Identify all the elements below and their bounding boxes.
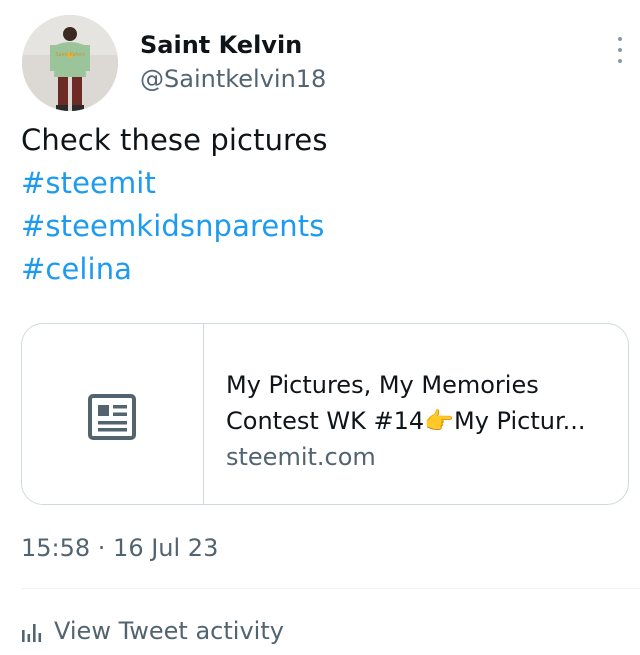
link-preview-card[interactable]: My Pictures, My Memories Contest WK #14👉… bbox=[21, 323, 629, 505]
hashtag-link[interactable]: #steemit bbox=[21, 162, 328, 205]
card-title: Contest WK #14👉My Pictur... bbox=[226, 407, 586, 435]
bar-chart-icon bbox=[22, 624, 42, 642]
more-options-button[interactable] bbox=[600, 30, 640, 70]
user-handle[interactable]: @Saintkelvin18 bbox=[140, 62, 326, 96]
divider bbox=[21, 588, 640, 589]
more-dots-icon bbox=[618, 59, 622, 63]
display-name[interactable]: Saint Kelvin bbox=[140, 28, 302, 62]
tweet-body: Check these pictures bbox=[21, 123, 328, 157]
more-dots-icon bbox=[618, 37, 622, 41]
card-thumbnail bbox=[22, 324, 204, 504]
activity-label: View Tweet activity bbox=[54, 617, 284, 645]
tweet-text: Check these pictures #steemit #steemkids… bbox=[21, 119, 328, 291]
card-domain: steemit.com bbox=[226, 443, 376, 471]
hashtag-link[interactable]: #steemkidsnparents bbox=[21, 205, 328, 248]
avatar-shirt-text: Saint Kelvin bbox=[55, 52, 84, 58]
card-title: My Pictures, My Memories bbox=[226, 371, 539, 399]
avatar-photo: Saint Kelvin bbox=[22, 15, 118, 111]
tweet-timestamp[interactable]: 15:58 · 16 Jul 23 bbox=[21, 531, 218, 565]
article-icon bbox=[88, 394, 136, 440]
hashtag-link[interactable]: #celina bbox=[21, 248, 328, 291]
avatar[interactable]: Saint Kelvin bbox=[22, 15, 118, 111]
more-dots-icon bbox=[618, 48, 622, 52]
card-body: My Pictures, My Memories Contest WK #14👉… bbox=[226, 367, 618, 475]
